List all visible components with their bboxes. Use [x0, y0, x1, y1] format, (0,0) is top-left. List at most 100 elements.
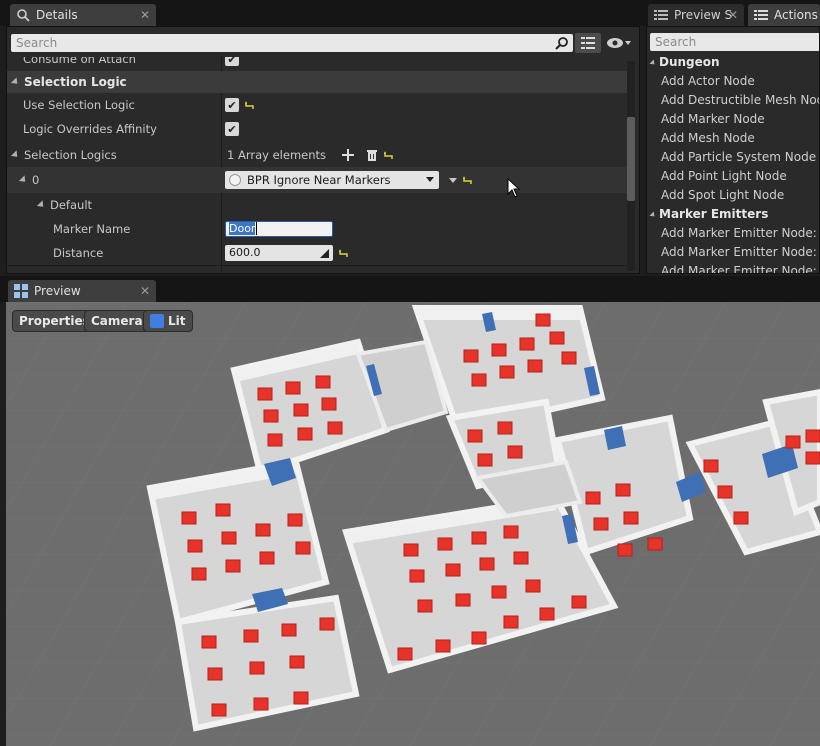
- expand-triangle-icon: [10, 77, 21, 87]
- property-grid: Consume on Attach ✔ Selection Logic Use …: [7, 57, 627, 275]
- property-value: 1 Array elements: [225, 143, 394, 167]
- action-add-marker-emitter-node[interactable]: Add Marker Emitter Node: D: [647, 243, 819, 262]
- plus-icon[interactable]: [342, 149, 355, 161]
- grid-view-icon: [581, 37, 595, 49]
- property-name[interactable]: Selection Logics: [7, 143, 221, 167]
- close-icon[interactable]: ✕: [140, 8, 150, 22]
- property-row-partial-bottom: [7, 265, 627, 275]
- eye-icon: [607, 38, 631, 48]
- distance-input[interactable]: 600.0: [225, 245, 333, 261]
- selection-logic-combo-label: BPR Ignore Near Markers: [247, 173, 391, 187]
- action-add-particle-system-node[interactable]: Add Particle System Node: [647, 148, 819, 167]
- action-add-marker-emitter-node[interactable]: Add Marker Emitter Node: E: [647, 262, 819, 273]
- close-icon[interactable]: ✕: [728, 8, 738, 22]
- viewport-grid-icon: [14, 284, 28, 298]
- visibility-button[interactable]: [603, 33, 635, 53]
- preview-tabstrip: Preview ✕: [0, 276, 820, 302]
- property-value: ✔: [225, 93, 255, 117]
- action-add-point-light-node[interactable]: Add Point Light Node: [647, 167, 819, 186]
- property-row-consume-on-attach: Consume on Attach ✔: [7, 57, 627, 71]
- details-search-placeholder: Search: [16, 36, 58, 50]
- array-count-label: 1 Array elements: [227, 148, 327, 162]
- marker-name-input[interactable]: Door: [225, 221, 333, 237]
- tab-details-label: Details: [36, 8, 78, 22]
- action-add-spot-light-node[interactable]: Add Spot Light Node: [647, 186, 819, 205]
- action-add-actor-node[interactable]: Add Actor Node: [647, 72, 819, 91]
- property-value: BPR Ignore Near Markers: [225, 167, 473, 193]
- use-selection-logic-checkbox[interactable]: ✔: [225, 98, 239, 112]
- category-label: Selection Logic: [7, 71, 627, 93]
- actions-list: Dungeon Add Actor Node Add Destructible …: [647, 53, 819, 273]
- property-value: ✔: [225, 57, 239, 71]
- property-name[interactable]: 0: [7, 168, 221, 192]
- expand-triangle-icon: [649, 58, 657, 67]
- mouse-cursor-icon: [507, 178, 521, 198]
- property-name: Distance: [53, 246, 104, 260]
- property-name: Logic Overrides Affinity: [23, 122, 157, 136]
- tab-preview[interactable]: Preview ✕: [8, 280, 156, 302]
- logic-overrides-affinity-checkbox[interactable]: ✔: [225, 122, 239, 136]
- property-name[interactable]: Default: [7, 193, 221, 217]
- action-add-mesh-node[interactable]: Add Mesh Node: [647, 129, 819, 148]
- tab-details[interactable]: Details ✕: [10, 4, 156, 26]
- tab-preview-s[interactable]: Preview S ✕: [648, 4, 744, 26]
- element-options-dropdown[interactable]: [449, 177, 457, 183]
- property-row-use-selection-logic: Use Selection Logic ✔: [7, 93, 627, 117]
- action-add-marker-node[interactable]: Add Marker Node: [647, 110, 819, 129]
- reset-to-default-icon[interactable]: [463, 175, 473, 185]
- expand-triangle-icon[interactable]: [10, 150, 21, 160]
- close-icon[interactable]: ✕: [140, 284, 150, 298]
- actions-search-input[interactable]: Search: [650, 33, 819, 51]
- search-icon[interactable]: [555, 36, 569, 55]
- expand-triangle-icon[interactable]: [18, 175, 29, 185]
- list-icon: [654, 8, 668, 22]
- property-name: Marker Name: [53, 222, 131, 236]
- expand-triangle-icon: [649, 210, 657, 219]
- scrollbar-thumb[interactable]: [627, 117, 635, 201]
- tab-actions-label: Actions: [774, 8, 818, 22]
- preview-viewport[interactable]: Properties Camera Lit: [6, 302, 820, 746]
- reset-to-default-icon[interactable]: [245, 100, 255, 110]
- consume-on-attach-checkbox[interactable]: ✔: [225, 57, 239, 66]
- property-value: 600.0: [225, 241, 349, 265]
- tab-preview-label: Preview: [34, 284, 81, 298]
- action-add-marker-emitter-node[interactable]: Add Marker Emitter Node: D: [647, 224, 819, 243]
- details-search-input[interactable]: Search: [11, 34, 573, 52]
- reset-to-default-icon[interactable]: [339, 248, 349, 258]
- blueprint-circle-icon: [229, 174, 241, 186]
- tab-preview-s-label: Preview S: [674, 8, 733, 22]
- details-scrollbar[interactable]: [627, 61, 635, 271]
- property-row-logic-overrides-affinity: Logic Overrides Affinity ✔: [7, 117, 627, 141]
- property-value: Door: [225, 217, 333, 241]
- details-tabstrip: Details ✕: [0, 0, 646, 26]
- selection-logic-combo[interactable]: BPR Ignore Near Markers: [225, 171, 439, 189]
- actions-tabstrip: Preview S ✕ Actions: [646, 0, 820, 26]
- action-add-destructible-mesh-node[interactable]: Add Destructible Mesh Node: [647, 91, 819, 110]
- category-marker-emitters[interactable]: Marker Emitters: [647, 205, 819, 224]
- property-value: ✔: [225, 117, 239, 141]
- trash-icon[interactable]: [366, 149, 378, 161]
- property-row-array-element-0: 0 BPR Ignore Near Markers: [7, 167, 627, 193]
- property-name: Use Selection Logic: [23, 98, 135, 112]
- property-row-marker-name: Marker Name Door: [7, 217, 627, 241]
- details-icon: [16, 8, 30, 22]
- category-dungeon[interactable]: Dungeon: [647, 53, 819, 72]
- category-selection-logic[interactable]: Selection Logic: [7, 71, 627, 93]
- lit-cube-icon: [150, 314, 164, 328]
- property-name: Consume on Attach: [23, 57, 136, 66]
- dungeon-scene[interactable]: [6, 302, 820, 746]
- list-icon: [754, 8, 768, 22]
- drag-resize-icon[interactable]: [320, 249, 329, 258]
- viewport-camera-button[interactable]: Camera: [84, 310, 150, 332]
- expand-triangle-icon[interactable]: [36, 200, 47, 210]
- tab-actions[interactable]: Actions: [748, 4, 820, 26]
- property-row-selection-logics: Selection Logics 1 Array elements: [7, 143, 627, 167]
- actions-panel: Search Dungeon Add Actor Node Add Destru…: [646, 26, 820, 274]
- details-panel: Search Consume on Attach ✔ Selection Log…: [6, 26, 640, 275]
- chevron-down-icon: [426, 177, 434, 182]
- property-row-distance: Distance 600.0: [7, 241, 627, 265]
- view-options-button[interactable]: [575, 33, 601, 53]
- reset-to-default-icon[interactable]: [384, 150, 394, 160]
- viewport-lit-button[interactable]: Lit: [143, 310, 193, 332]
- property-row-default: Default: [7, 193, 627, 217]
